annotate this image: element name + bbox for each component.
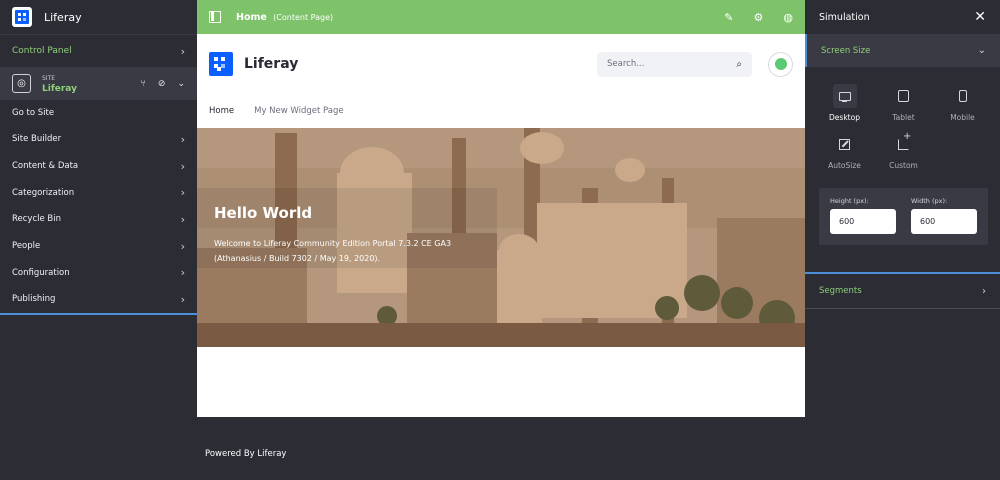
search-input[interactable]: Search... ⌕ — [597, 51, 752, 77]
chevron-down-icon: ⌄ — [977, 45, 986, 56]
menu-item-label: Content & Data — [12, 161, 79, 172]
menu-item-site-builder[interactable]: Site Builder › — [0, 126, 197, 153]
chevron-right-icon: › — [180, 186, 185, 200]
site-logo-icon[interactable] — [209, 52, 233, 76]
chevron-right-icon: › — [180, 239, 185, 253]
site-caption: SITE — [42, 74, 56, 82]
custom-size-icon — [898, 131, 911, 150]
size-option-label: Tablet — [892, 113, 915, 122]
app-title: Liferay — [44, 10, 82, 24]
hero-title: Hello World — [214, 204, 313, 222]
chevron-right-icon: › — [180, 292, 185, 306]
sidebar-toggle-icon[interactable] — [209, 11, 221, 23]
size-option-label: Custom — [889, 161, 918, 170]
menu-item-content-data[interactable]: Content & Data › — [0, 153, 197, 180]
menu-item-publishing[interactable]: Publishing › — [0, 286, 197, 313]
close-icon[interactable]: ✕ — [974, 9, 986, 25]
compass-icon[interactable]: ⊘ — [158, 79, 166, 89]
nav-item-widget-page[interactable]: My New Widget Page — [254, 106, 344, 116]
site-title[interactable]: Liferay — [244, 56, 298, 72]
site-selector[interactable]: ◎ SITE Liferay ⑂ ⊘ ⌄ — [0, 67, 197, 100]
mobile-icon — [958, 90, 967, 102]
menu-divider — [0, 313, 197, 315]
chevron-right-icon: › — [180, 132, 185, 146]
size-option-label: Mobile — [950, 113, 975, 122]
page-preview: Liferay Search... ⌕ Home My New Widget P… — [197, 34, 805, 417]
custom-dimensions: Height (px): 600 Width (px): 600 — [819, 188, 988, 245]
simulation-header: Simulation ✕ — [805, 0, 1000, 34]
chevron-right-icon: › — [180, 44, 185, 58]
menu-item-recycle-bin[interactable]: Recycle Bin › — [0, 206, 197, 233]
menu-item-label: People — [12, 241, 41, 252]
height-input[interactable]: 600 — [830, 209, 896, 234]
screen-size-options: Desktop Tablet Mobile AutoSize Custom — [805, 67, 1000, 170]
control-panel-label: Control Panel — [12, 46, 72, 56]
site-header: Liferay Search... ⌕ — [197, 34, 805, 94]
avatar[interactable] — [768, 51, 793, 77]
compass-icon: ◎ — [12, 74, 31, 93]
segments-section[interactable]: Segments › — [805, 272, 1000, 309]
size-option-desktop[interactable]: Desktop — [815, 84, 874, 122]
section-label: Segments — [819, 286, 862, 296]
width-label: Width (px): — [911, 197, 948, 205]
page-type: (Content Page) — [273, 12, 334, 22]
size-option-tablet[interactable]: Tablet — [874, 84, 933, 122]
chevron-right-icon: › — [180, 266, 185, 280]
liferay-logo-icon[interactable] — [12, 7, 32, 27]
product-menu-header: Liferay — [0, 0, 197, 34]
menu-item-people[interactable]: People › — [0, 233, 197, 260]
desktop-icon — [838, 91, 851, 102]
menu-item-label: Go to Site — [12, 108, 55, 118]
page-editor-toolbar: Home (Content Page) ✎ ⚙ ◍ — [197, 0, 805, 34]
tree-icon[interactable]: ⑂ — [141, 79, 146, 89]
menu-item-label: Publishing — [12, 294, 56, 305]
footer-text: Powered By Liferay — [205, 449, 287, 459]
size-option-label: Desktop — [829, 113, 860, 122]
menu-item-configuration[interactable]: Configuration › — [0, 259, 197, 286]
chevron-right-icon: › — [180, 212, 185, 226]
search-icon[interactable]: ⌕ — [736, 59, 742, 70]
site-navigation: Home My New Widget Page — [197, 94, 805, 128]
chevron-right-icon: › — [180, 159, 185, 173]
search-placeholder: Search... — [607, 59, 645, 69]
section-label: Screen Size — [821, 45, 871, 56]
globe-icon[interactable]: ◍ — [783, 11, 793, 24]
autosize-icon — [839, 138, 850, 150]
menu-item-label: Configuration — [12, 267, 70, 278]
control-panel-row[interactable]: Control Panel › — [0, 34, 197, 67]
size-option-label: AutoSize — [828, 161, 861, 170]
panel-title: Simulation — [819, 11, 870, 23]
simulation-panel: Simulation ✕ Screen Size ⌄ Desktop Table… — [805, 0, 1000, 480]
hero-text: Welcome to Liferay Community Edition Por… — [214, 239, 452, 263]
width-input[interactable]: 600 — [911, 209, 977, 234]
chevron-down-icon[interactable]: ⌄ — [177, 79, 185, 89]
site-footer: Powered By Liferay — [197, 417, 805, 480]
size-option-custom[interactable]: Custom — [874, 131, 933, 171]
gear-icon[interactable]: ⚙ — [754, 11, 764, 24]
chevron-right-icon: › — [982, 285, 986, 297]
pencil-icon[interactable]: ✎ — [724, 11, 733, 24]
page-title: Home (Content Page) — [236, 11, 334, 23]
product-menu: Liferay Control Panel › ◎ SITE Liferay ⑂… — [0, 0, 197, 480]
size-option-autosize[interactable]: AutoSize — [815, 132, 874, 170]
tablet-icon — [898, 90, 909, 102]
menu-item-label: Site Builder — [12, 134, 62, 145]
nav-item-home[interactable]: Home — [209, 106, 234, 116]
hero-banner: Hello World Welcome to Liferay Community… — [197, 128, 805, 347]
screen-size-section[interactable]: Screen Size ⌄ — [805, 34, 1000, 67]
size-option-mobile[interactable]: Mobile — [933, 84, 992, 122]
height-label: Height (px): — [830, 197, 869, 205]
site-name: Liferay — [42, 83, 77, 94]
menu-item-categorization[interactable]: Categorization › — [0, 179, 197, 206]
menu-item-label: Categorization — [12, 187, 75, 198]
menu-item-label: Recycle Bin — [12, 214, 62, 225]
menu-item-go-to-site[interactable]: Go to Site — [0, 100, 197, 126]
